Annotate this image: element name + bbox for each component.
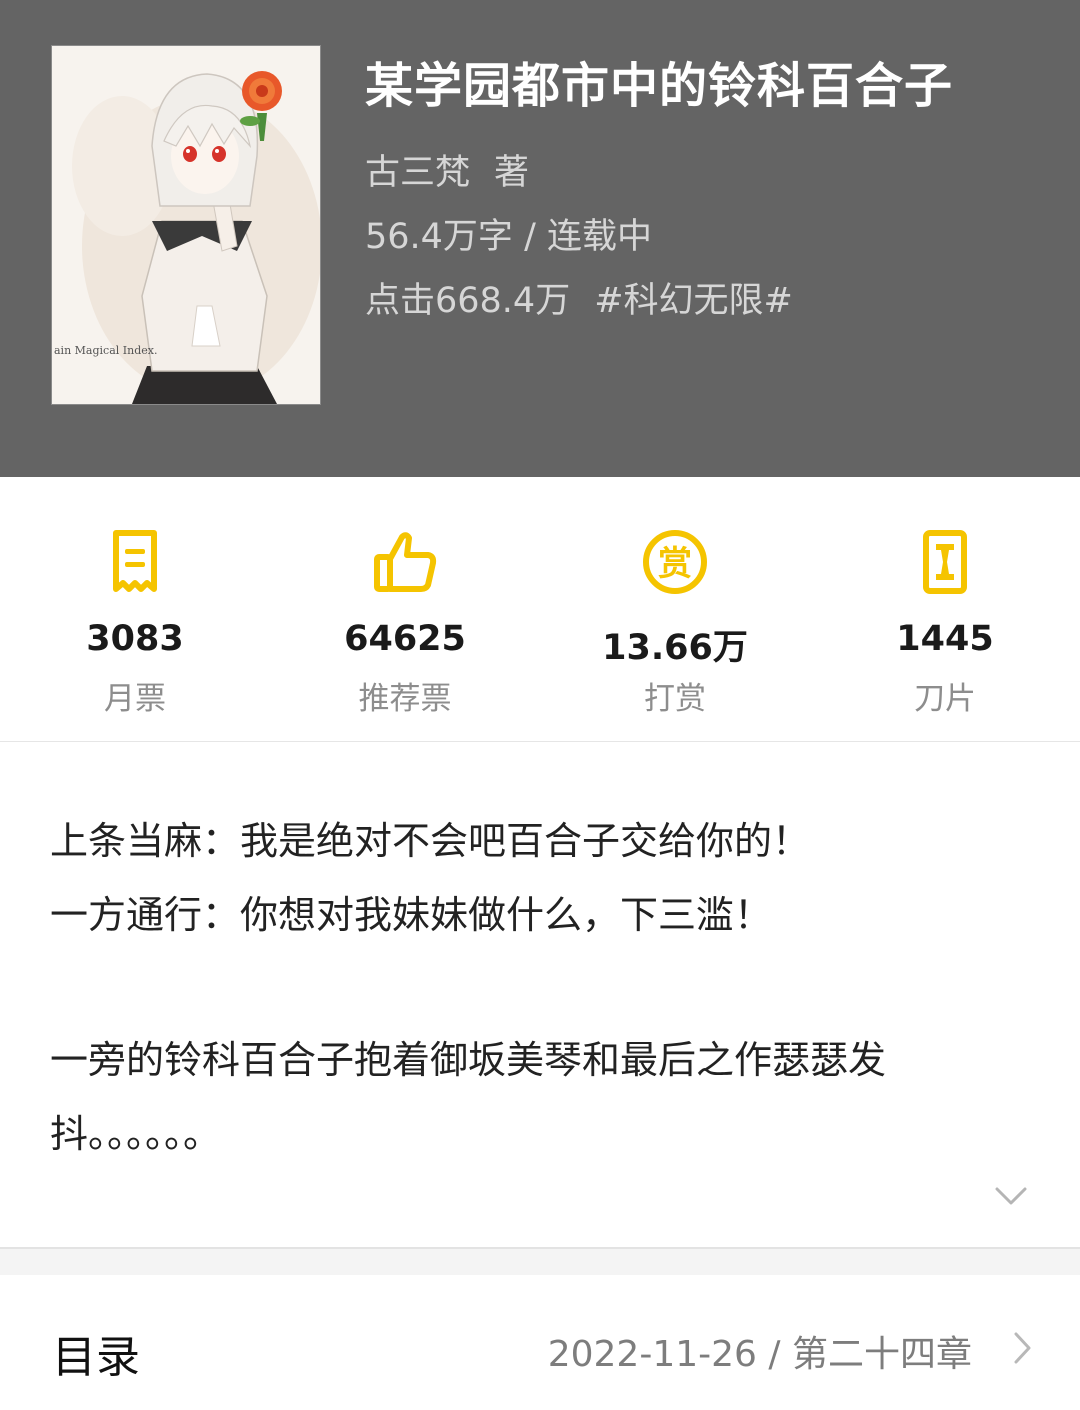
book-header: ain Magical Index. 某学园都市中的铃科百合子 古三梵著 56.… [0, 0, 1080, 477]
stats-bar: 3083 月票 64625 推荐票 赏 13.66万 打赏 1445 刀片 [0, 477, 1080, 742]
book-author[interactable]: 古三梵 [365, 153, 470, 193]
stat-monthly-ticket[interactable]: 3083 月票 [0, 477, 270, 741]
click-count: 点击668.4万 [365, 281, 571, 321]
stat-reward[interactable]: 赏 13.66万 打赏 [540, 477, 810, 741]
serial-status: 连载中 [546, 217, 652, 257]
thumbs-up-icon [270, 529, 540, 595]
author-suffix: 著 [494, 153, 530, 193]
reward-label: 打赏 [644, 681, 706, 717]
book-click-tag: 点击668.4万 #科幻无限# [365, 272, 793, 323]
expand-chevron-down-icon[interactable] [994, 1184, 1028, 1208]
monthly-ticket-icon [0, 529, 270, 595]
reward-count: 13.66万 [602, 628, 748, 668]
recommend-ticket-label: 推荐票 [358, 681, 452, 717]
blade-label: 刀片 [914, 681, 976, 717]
book-author-line: 古三梵著 [365, 144, 529, 195]
word-count: 56.4万字 [365, 217, 513, 257]
chevron-right-icon [1012, 1331, 1032, 1365]
recommend-ticket-count: 64625 [344, 619, 466, 659]
latest-chapter-info: 2022-11-26 / 第二十四章 [548, 1325, 972, 1377]
intro-line-3: 一旁的铃科百合子抱着御坂美琴和最后之作瑟瑟发抖。。。。。。 [50, 1038, 887, 1156]
intro-line-2: 一方通行：你想对我妹妹做什么，下三滥！ [50, 893, 773, 937]
book-word-status: 56.4万字 / 连载中 [365, 217, 652, 257]
book-title: 某学园都市中的铃科百合子 [365, 58, 954, 114]
book-cover-image[interactable]: ain Magical Index. [51, 45, 321, 405]
catalog-row[interactable]: 目录 2022-11-26 / 第二十四章 [0, 1275, 1080, 1410]
monthly-ticket-label: 月票 [104, 681, 166, 717]
catalog-title: 目录 [52, 1332, 140, 1383]
info-separator: / [768, 1334, 781, 1375]
latest-chapter: 第二十四章 [791, 1334, 972, 1375]
category-tag[interactable]: #科幻无限# [594, 281, 793, 321]
book-intro[interactable]: 上条当麻：我是绝对不会吧百合子交给你的！ 一方通行：你想对我妹妹做什么，下三滥！… [0, 742, 1080, 1249]
reward-coin-icon: 赏 [540, 529, 810, 595]
blade-icon [810, 529, 1080, 595]
blade-count: 1445 [896, 619, 994, 659]
stat-recommend-ticket[interactable]: 64625 推荐票 [270, 477, 540, 741]
update-date: 2022-11-26 [547, 1334, 757, 1375]
intro-line-1: 上条当麻：我是绝对不会吧百合子交给你的！ [50, 819, 811, 863]
stat-blade[interactable]: 1445 刀片 [810, 477, 1080, 741]
monthly-ticket-count: 3083 [86, 619, 184, 659]
svg-text:赏: 赏 [658, 544, 692, 584]
cover-caption: ain Magical Index. [54, 344, 157, 357]
section-divider [0, 1249, 1080, 1275]
